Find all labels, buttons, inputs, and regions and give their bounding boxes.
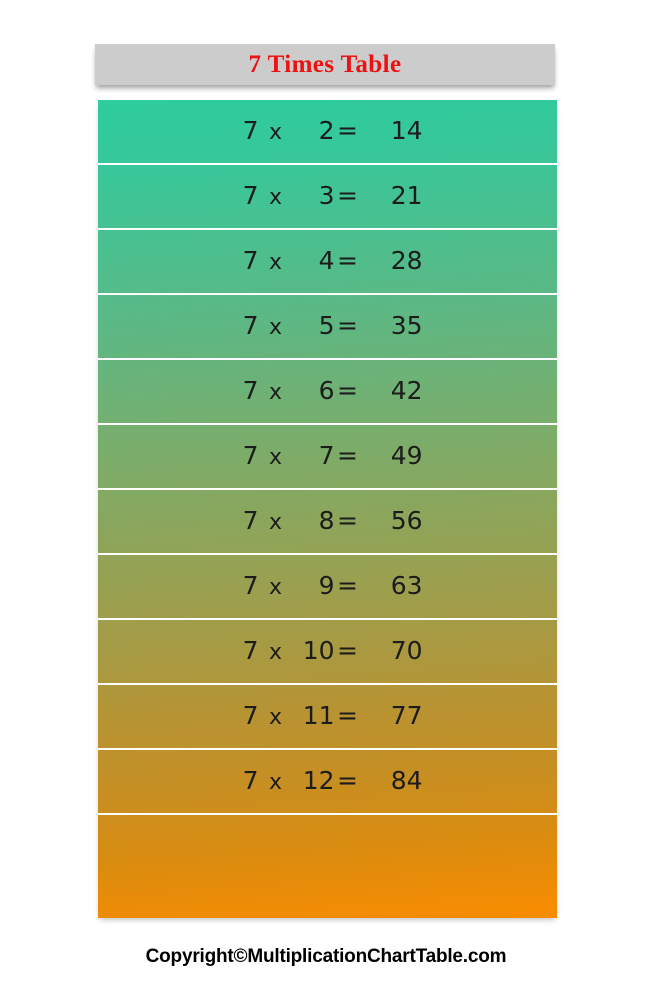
equation: 7 x 12 = 84: [233, 768, 423, 794]
equals-sign: =: [337, 115, 358, 145]
table-rows: 7 x 2 = 14 7 x 3 = 21 7 x 4 = 28 7 x 5 = 35 7 x 6 = 42 7 x 7 = 49 7 x 8 =…: [98, 100, 557, 918]
product-value: 49: [390, 440, 423, 470]
multiplier: 2: [318, 115, 335, 145]
equals-sign: =: [337, 180, 358, 210]
multiplier: 11: [302, 700, 335, 730]
equation: 7 x 8 = 56: [233, 508, 423, 534]
multiply-operator: x: [268, 769, 283, 795]
multiply-operator: x: [268, 444, 283, 470]
multiplicand: 7: [242, 505, 259, 535]
equation: 7 x 10 = 70: [233, 638, 423, 664]
equation: 7 x 9 = 63: [233, 573, 423, 599]
multiply-operator: x: [268, 379, 283, 405]
equation: 7 x 6 = 42: [233, 378, 423, 404]
table-row: 7 x 8 = 56: [98, 490, 557, 555]
times-table-page: 7 Times Table 7 x 2 = 14 7 x 3 = 21 7 x 4 = 28 7 x 5 = 35 7 x…: [0, 0, 652, 1000]
multiplier: 3: [318, 180, 335, 210]
equals-sign: =: [337, 505, 358, 535]
multiplication-table: 7 x 2 = 14 7 x 3 = 21 7 x 4 = 28 7 x 5 = 35 7 x 6 = 42 7 x 7 = 49 7 x 8 =…: [98, 100, 557, 918]
footer: Copyright©MultiplicationChartTable.com: [0, 946, 652, 968]
multiplier: 10: [302, 635, 335, 665]
product-value: 84: [390, 765, 423, 795]
table-row: 7 x 6 = 42: [98, 360, 557, 425]
equation: 7 x 3 = 21: [233, 183, 423, 209]
multiplicand: 7: [242, 180, 259, 210]
product-value: 56: [390, 505, 423, 535]
multiplier: 9: [318, 570, 335, 600]
equation: 7 x 11 = 77: [233, 703, 423, 729]
equals-sign: =: [337, 635, 358, 665]
copyright-text: Copyright©MultiplicationChartTable.com: [145, 946, 507, 967]
multiplicand: 7: [242, 375, 259, 405]
product-value: 21: [390, 180, 423, 210]
multiplicand: 7: [242, 115, 259, 145]
multiply-operator: x: [268, 249, 283, 275]
multiplicand: 7: [242, 310, 259, 340]
product-value: 35: [390, 310, 423, 340]
product-value: 77: [390, 700, 423, 730]
equals-sign: =: [337, 700, 358, 730]
multiplicand: 7: [242, 440, 259, 470]
multiplier: 4: [318, 245, 335, 275]
multiplicand: 7: [242, 635, 259, 665]
table-row: 7 x 10 = 70: [98, 620, 557, 685]
product-value: 28: [390, 245, 423, 275]
multiplicand: 7: [242, 570, 259, 600]
table-row: 7 x 4 = 28: [98, 230, 557, 295]
multiplier: 8: [318, 505, 335, 535]
multiplicand: 7: [242, 765, 259, 795]
table-row: 7 x 11 = 77: [98, 685, 557, 750]
multiplier: 7: [318, 440, 335, 470]
equals-sign: =: [337, 310, 358, 340]
multiply-operator: x: [268, 314, 283, 340]
multiplier: 12: [302, 765, 335, 795]
equals-sign: =: [337, 570, 358, 600]
multiplicand: 7: [242, 245, 259, 275]
multiply-operator: x: [268, 184, 283, 210]
equals-sign: =: [337, 440, 358, 470]
equation: 7 x 5 = 35: [233, 313, 423, 339]
equation: 7 x 7 = 49: [233, 443, 423, 469]
product-value: 70: [390, 635, 423, 665]
multiply-operator: x: [268, 574, 283, 600]
table-row-blank: [98, 815, 557, 918]
equation: 7 x 4 = 28: [233, 248, 423, 274]
table-row: 7 x 3 = 21: [98, 165, 557, 230]
equals-sign: =: [337, 375, 358, 405]
table-row: 7 x 12 = 84: [98, 750, 557, 815]
multiplicand: 7: [242, 700, 259, 730]
title-bar: 7 Times Table: [95, 44, 555, 85]
product-value: 14: [390, 115, 423, 145]
page-title: 7 Times Table: [248, 51, 402, 78]
table-row: 7 x 9 = 63: [98, 555, 557, 620]
table-row: 7 x 5 = 35: [98, 295, 557, 360]
multiplier: 6: [318, 375, 335, 405]
multiply-operator: x: [268, 509, 283, 535]
multiply-operator: x: [268, 119, 283, 145]
multiply-operator: x: [268, 704, 283, 730]
equals-sign: =: [337, 765, 358, 795]
multiply-operator: x: [268, 639, 283, 665]
product-value: 63: [390, 570, 423, 600]
product-value: 42: [390, 375, 423, 405]
equals-sign: =: [337, 245, 358, 275]
table-row: 7 x 7 = 49: [98, 425, 557, 490]
equation: 7 x 2 = 14: [233, 118, 423, 144]
multiplier: 5: [318, 310, 335, 340]
table-row: 7 x 2 = 14: [98, 100, 557, 165]
